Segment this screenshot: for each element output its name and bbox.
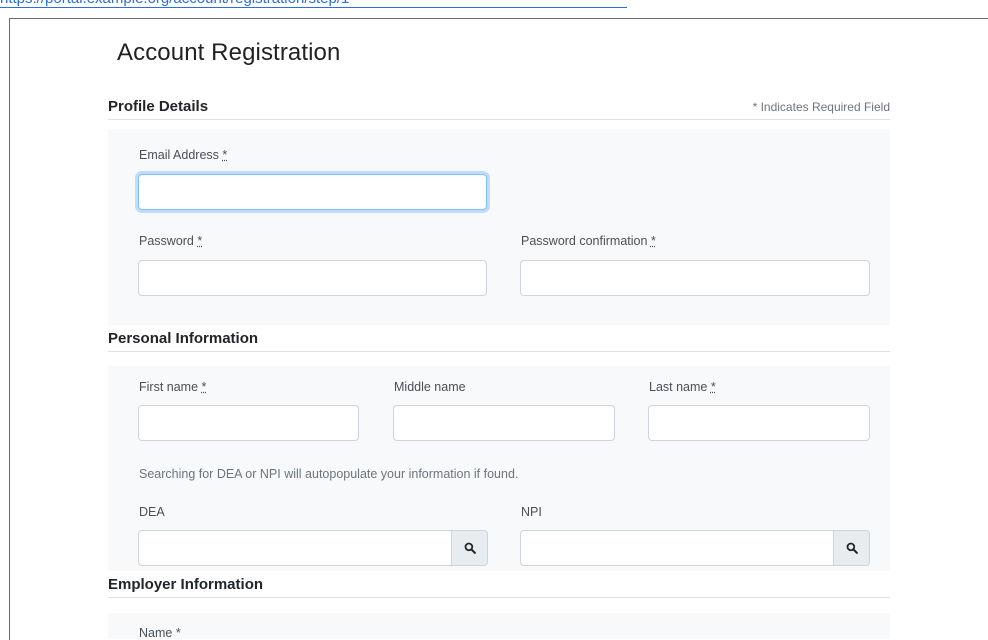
employer-name-label: Name * xyxy=(139,626,181,640)
password-label: Password * xyxy=(139,234,203,248)
npi-search-button[interactable] xyxy=(834,530,870,566)
first-name-label: First name * xyxy=(139,380,207,394)
dea-search-button[interactable] xyxy=(452,530,488,566)
first-name-field[interactable] xyxy=(138,405,359,441)
profile-section-heading: Profile Details * Indicates Required Fie… xyxy=(108,98,890,120)
email-field[interactable] xyxy=(138,174,487,210)
required-field-note: * Indicates Required Field xyxy=(752,100,890,114)
top-url-link[interactable]: https://portal.example.org/account/regis… xyxy=(0,0,627,8)
last-name-field[interactable] xyxy=(648,405,870,441)
search-icon xyxy=(464,542,476,554)
npi-field[interactable] xyxy=(520,530,834,566)
personal-heading-text: Personal Information xyxy=(108,330,259,347)
password-field[interactable] xyxy=(138,260,487,296)
npi-label: NPI xyxy=(521,505,542,519)
employer-heading-text: Employer Information xyxy=(108,576,264,593)
password-confirm-field[interactable] xyxy=(520,260,870,296)
middle-name-field[interactable] xyxy=(393,405,615,441)
search-icon xyxy=(846,542,858,554)
page-title: Account Registration xyxy=(117,39,341,66)
dea-field[interactable] xyxy=(138,530,452,566)
personal-section-heading: Personal Information xyxy=(108,330,890,352)
email-label: Email Address * xyxy=(139,148,228,162)
dea-label: DEA xyxy=(139,505,165,519)
password-confirm-label: Password confirmation * xyxy=(521,234,656,248)
profile-heading-text: Profile Details xyxy=(108,98,209,115)
last-name-label: Last name * xyxy=(649,380,716,394)
autopopulate-helper-text: Searching for DEA or NPI will autopopula… xyxy=(139,467,519,481)
middle-name-label: Middle name xyxy=(394,380,466,394)
employer-section-heading: Employer Information xyxy=(108,576,890,598)
employer-panel xyxy=(108,613,890,639)
